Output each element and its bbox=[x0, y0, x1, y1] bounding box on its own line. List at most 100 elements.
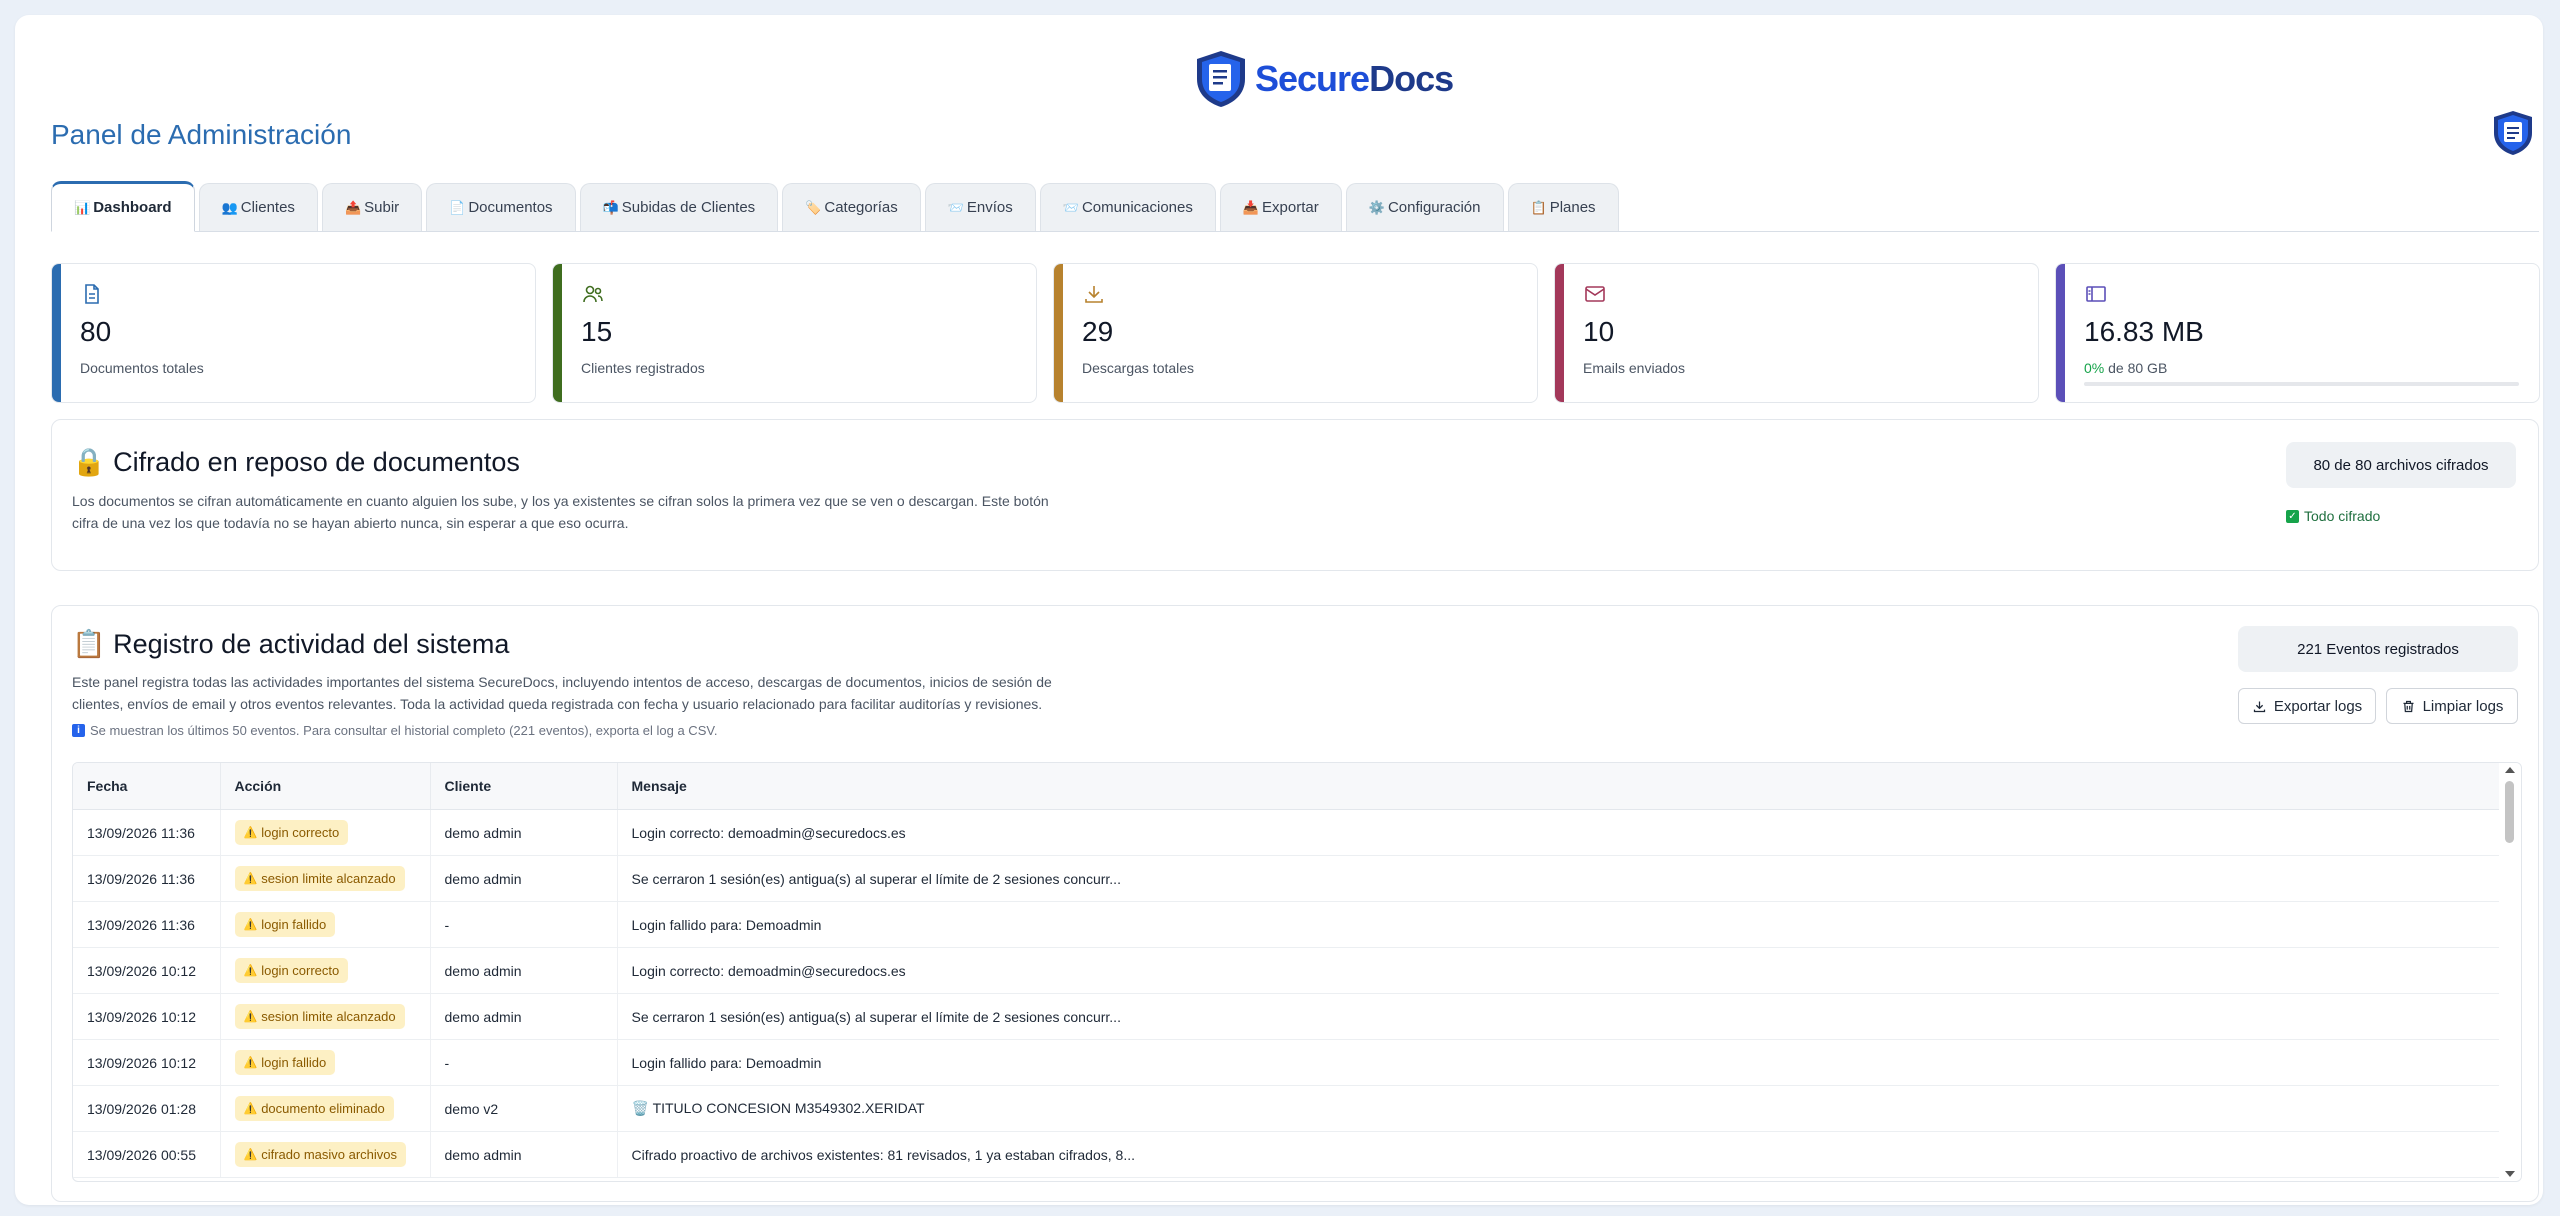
column-header[interactable]: Fecha bbox=[73, 763, 221, 810]
cell-cliente: - bbox=[430, 901, 618, 948]
stat-label: 0% de 80 GB bbox=[2084, 360, 2168, 376]
cell-mensaje: Se cerraron 1 sesión(es) antigua(s) al s… bbox=[617, 993, 2499, 1040]
download-icon bbox=[2253, 701, 2265, 712]
mail-icon bbox=[1585, 286, 1605, 302]
users-icon: 👥 bbox=[221, 199, 238, 215]
clipboard-icon: 📋 bbox=[72, 629, 106, 659]
encryption-title: 🔒 Cifrado en reposo de documentos bbox=[72, 447, 520, 477]
tab-configuracion[interactable]: ⚙️ Configuración bbox=[1345, 183, 1504, 231]
inbox-icon: 📥 bbox=[1242, 199, 1260, 215]
envelope-icon: 📨 bbox=[1062, 199, 1079, 215]
stat-card-clients: 15 Clientes registrados bbox=[552, 263, 1037, 403]
action-badge: ⚠️ login fallido bbox=[234, 912, 336, 937]
brand-logo[interactable]: SecureDocs bbox=[1193, 49, 1454, 109]
action-badge: ⚠️ sesion limite alcanzado bbox=[234, 1004, 405, 1029]
cell-accion: ⚠️ login fallido bbox=[220, 1039, 431, 1086]
cell-fecha: 13/09/2026 10:12 bbox=[73, 993, 221, 1040]
tab-exportar[interactable]: 📥 Exportar bbox=[1219, 183, 1342, 231]
warning-icon: ⚠️ bbox=[243, 827, 258, 839]
shield-logo-icon bbox=[1197, 51, 1245, 107]
cell-mensaje: Se cerraron 1 sesión(es) antigua(s) al s… bbox=[617, 855, 2499, 902]
cell-fecha: 13/09/2026 10:12 bbox=[73, 947, 221, 994]
upload-icon: 📤 bbox=[344, 199, 362, 215]
trash-icon bbox=[2403, 700, 2414, 712]
warning-icon: ⚠️ bbox=[243, 1057, 258, 1069]
column-header[interactable]: Acción bbox=[220, 763, 431, 810]
cell-fecha: 13/09/2026 01:28 bbox=[73, 1085, 221, 1132]
info-icon: i bbox=[72, 724, 85, 737]
lock-icon: 🔒 bbox=[72, 447, 106, 477]
page-title: Panel de Administración bbox=[51, 119, 352, 150]
clear-logs-button[interactable]: Limpiar logs bbox=[2386, 688, 2518, 724]
scroll-down-arrow-icon[interactable] bbox=[2505, 1171, 2515, 1177]
table-row: 13/09/2026 10:12 ⚠️ sesion limite alcanzad… bbox=[73, 993, 2499, 1040]
column-header[interactable]: Mensaje bbox=[617, 763, 2499, 810]
stat-card-documents: 80 Documentos totales bbox=[51, 263, 536, 403]
cell-cliente: demo admin bbox=[430, 947, 618, 994]
action-badge: ⚠️ login fallido bbox=[234, 1050, 336, 1075]
table-row: 13/09/2026 01:28 ⚠️ documento eliminado dem… bbox=[73, 1085, 2499, 1132]
stat-value: 16.83 MB bbox=[2084, 316, 2204, 347]
tab-categorias[interactable]: 🏷️ Categorías bbox=[782, 183, 921, 231]
activity-title: 📋 Registro de actividad del sistema bbox=[72, 629, 510, 659]
cell-mensaje: Cifrado proactivo de archivos existentes… bbox=[617, 1131, 2499, 1178]
warning-icon: ⚠️ bbox=[243, 919, 258, 931]
cell-fecha: 13/09/2026 11:36 bbox=[73, 809, 221, 856]
cell-accion: ⚠️ documento eliminado bbox=[220, 1085, 431, 1132]
stat-label: Clientes registrados bbox=[581, 360, 705, 376]
brand-name: SecureDocs bbox=[1255, 58, 1454, 99]
cell-fecha: 13/09/2026 00:55 bbox=[73, 1131, 221, 1178]
tab-comunicaciones[interactable]: 📨 Comunicaciones bbox=[1039, 183, 1216, 231]
export-logs-button[interactable]: Exportar logs bbox=[2238, 688, 2376, 724]
scroll-up-arrow-icon[interactable] bbox=[2505, 767, 2515, 773]
cell-mensaje: Login fallido para: Demoadmin bbox=[617, 901, 2499, 948]
envelope-icon: 📨 bbox=[947, 199, 964, 215]
shield-doc-icon[interactable] bbox=[2490, 109, 2536, 162]
document-icon: 📄 bbox=[449, 199, 466, 215]
warning-icon: ⚠️ bbox=[243, 965, 258, 977]
encrypted-count-badge: 80 de 80 archivos cifrados bbox=[2286, 442, 2516, 488]
checkbox-icon: ✓ bbox=[2286, 509, 2299, 523]
tab-clientes[interactable]: 👥 Clientes bbox=[198, 183, 318, 231]
tab-dashboard[interactable]: 📊 Dashboard bbox=[51, 181, 195, 232]
table-row: 13/09/2026 00:55 ⚠️ cifrado masivo archivo… bbox=[73, 1131, 2499, 1178]
main-card: SecureDocs Panel de Administración 📊 Dash… bbox=[15, 15, 2543, 1205]
tab-planes[interactable]: 📋 Planes bbox=[1507, 183, 1619, 231]
table-row: 13/09/2026 11:36 ⚠️ login fallido - Login fa… bbox=[73, 901, 2499, 948]
warning-icon: ⚠️ bbox=[243, 1149, 258, 1161]
table-row: 13/09/2026 11:36 ⚠️ login correcto demo adm… bbox=[73, 809, 2499, 856]
action-badge: ⚠️ login correcto bbox=[234, 820, 349, 845]
stat-label: Descargas totales bbox=[1082, 360, 1195, 376]
table-row: 13/09/2026 10:12 ⚠️ login correcto demo adm… bbox=[73, 947, 2499, 994]
cell-mensaje: Login correcto: demoadmin@securedocs.es bbox=[617, 947, 2499, 994]
tab-envios[interactable]: 📨 Envíos bbox=[924, 183, 1036, 231]
stat-card-storage: 16.83 MB 0% de 80 GB bbox=[2055, 263, 2540, 403]
cell-accion: ⚠️ sesion limite alcanzado bbox=[220, 855, 431, 902]
mailbox-icon: 📬 bbox=[602, 199, 619, 215]
warning-icon: ⚠️ bbox=[243, 1103, 258, 1115]
action-badge: ⚠️ login correcto bbox=[234, 958, 349, 983]
scroll-thumb[interactable] bbox=[2505, 781, 2514, 843]
stat-label: Documentos totales bbox=[80, 360, 204, 376]
column-header[interactable]: Cliente bbox=[430, 763, 618, 810]
stat-card-downloads: 29 Descargas totales bbox=[1053, 263, 1538, 403]
activity-note: i Se muestran los últimos 50 eventos. Par… bbox=[72, 723, 717, 738]
warning-icon: ⚠️ bbox=[243, 1011, 258, 1023]
cell-cliente: demo admin bbox=[430, 809, 618, 856]
tab-subir[interactable]: 📤 Subir bbox=[321, 183, 423, 231]
cell-accion: ⚠️ cifrado masivo archivos bbox=[220, 1131, 431, 1178]
cell-fecha: 13/09/2026 10:12 bbox=[73, 1039, 221, 1086]
tab-documentos[interactable]: 📄 Documentos bbox=[426, 183, 576, 231]
cell-mensaje: 🗑️ TITULO CONCESION M3549302.XERIDAT bbox=[617, 1085, 2499, 1132]
stat-value: 10 bbox=[1583, 316, 1615, 347]
warning-icon: ⚠️ bbox=[243, 873, 258, 885]
table-scrollbar[interactable] bbox=[2499, 763, 2521, 1181]
clipboard-icon: 📋 bbox=[1530, 199, 1547, 215]
tab-subidas-clientes[interactable]: 📬 Subidas de Clientes bbox=[579, 183, 779, 231]
encryption-description: Los documentos se cifran automáticamente… bbox=[72, 493, 1049, 531]
cell-accion: ⚠️ login correcto bbox=[220, 809, 431, 856]
stat-label: Emails enviados bbox=[1583, 360, 1685, 376]
stat-value: 80 bbox=[80, 316, 112, 347]
activity-panel: 📋 Registro de actividad del sistema Este… bbox=[51, 605, 2539, 1202]
cell-fecha: 13/09/2026 11:36 bbox=[73, 855, 221, 902]
